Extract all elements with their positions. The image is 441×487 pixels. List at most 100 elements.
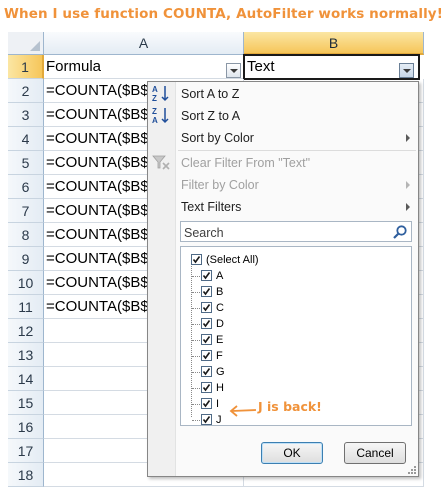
row-header-16[interactable]: 16 [8, 415, 44, 439]
sort-descending-icon: Z A [152, 107, 169, 125]
cell-b1-text: Text [247, 58, 275, 75]
row-header-7[interactable]: 7 [8, 199, 44, 223]
tree-connector [192, 324, 200, 325]
submenu-arrow-icon [406, 134, 410, 142]
checkbox-checked-icon[interactable] [201, 350, 212, 361]
row-header-10[interactable]: 10 [8, 271, 44, 295]
row-header-11[interactable]: 11 [8, 295, 44, 319]
filter-item-select-all[interactable]: (Select All) [191, 252, 371, 268]
checkbox-checked-icon[interactable] [201, 270, 212, 281]
filter-item-h[interactable]: H [201, 380, 381, 396]
row-header-14[interactable]: 14 [8, 367, 44, 391]
menu-clear-filter[interactable]: Clear Filter From "Text" [176, 152, 418, 174]
menu-filter-by-color-label: Filter by Color [181, 178, 259, 192]
tree-connector [192, 292, 200, 293]
tree-connector [192, 420, 200, 421]
menu-sort-z-to-a-label: Sort Z to A [181, 109, 241, 123]
filter-search-input[interactable] [181, 223, 384, 243]
checkbox-checked-icon[interactable] [201, 398, 212, 409]
row-header-15[interactable]: 15 [8, 391, 44, 415]
filter-dropdown-b[interactable] [399, 63, 414, 78]
filter-item-label: I [216, 398, 220, 410]
svg-text:Z: Z [152, 107, 157, 116]
row-header-6[interactable]: 6 [8, 175, 44, 199]
svg-text:A: A [152, 116, 158, 125]
filter-item-label: F [216, 350, 223, 362]
checkbox-checked-icon[interactable] [201, 286, 212, 297]
tree-connector [192, 308, 200, 309]
checkbox-checked-icon[interactable] [201, 366, 212, 377]
cell-a1[interactable]: Formula [44, 55, 244, 79]
tree-connector [192, 356, 200, 357]
filter-item-f[interactable]: F [201, 348, 381, 364]
filter-item-d[interactable]: D [201, 316, 381, 332]
svg-text:A: A [152, 85, 158, 94]
row-header-5[interactable]: 5 [8, 151, 44, 175]
row-header-13[interactable]: 13 [8, 343, 44, 367]
filter-item-label: (Select All) [206, 254, 259, 266]
resize-grip-icon[interactable] [407, 465, 416, 474]
menu-filter-by-color[interactable]: Filter by Color [176, 174, 418, 196]
cancel-button[interactable]: Cancel [344, 442, 406, 464]
column-header-a[interactable]: A [44, 32, 244, 55]
checkbox-checked-icon[interactable] [201, 318, 212, 329]
sort-ascending-icon: A Z [152, 85, 169, 103]
filter-item-label: J [216, 414, 222, 426]
row-header-4[interactable]: 4 [8, 127, 44, 151]
filter-item-label: A [216, 270, 224, 282]
filter-item-a[interactable]: A [201, 268, 381, 284]
row-header-1[interactable]: 1 [8, 55, 44, 79]
ok-button[interactable]: OK [261, 442, 323, 464]
filter-item-g[interactable]: G [201, 364, 381, 380]
corner-triangle-icon [30, 41, 40, 51]
menu-sort-by-color-label: Sort by Color [181, 131, 254, 145]
submenu-arrow-icon [406, 203, 410, 211]
filter-item-label: E [216, 334, 224, 346]
row-header-9[interactable]: 9 [8, 247, 44, 271]
column-header-b[interactable]: B [244, 32, 424, 55]
tree-connector [192, 404, 200, 405]
select-all-corner[interactable] [8, 32, 44, 55]
row-header-12[interactable]: 12 [8, 319, 44, 343]
tree-connector [192, 388, 200, 389]
checkbox-checked-icon[interactable] [201, 334, 212, 345]
filter-item-label: C [216, 302, 224, 314]
menu-sort-a-to-z-label: Sort A to Z [181, 87, 240, 101]
checkbox-checked-icon[interactable] [191, 254, 202, 265]
filter-item-c[interactable]: C [201, 300, 381, 316]
filter-item-label: G [216, 366, 225, 378]
filter-item-label: B [216, 286, 224, 298]
checkbox-checked-icon[interactable] [201, 382, 212, 393]
filter-item-label: H [216, 382, 224, 394]
filter-item-label: D [216, 318, 224, 330]
row-header-8[interactable]: 8 [8, 223, 44, 247]
filter-search-box[interactable] [180, 221, 412, 243]
tree-connector [192, 276, 200, 277]
menu-sort-a-to-z[interactable]: Sort A to Z [176, 83, 418, 105]
arrow-icon [229, 405, 257, 417]
filter-item-e[interactable]: E [201, 332, 381, 348]
checkbox-checked-icon[interactable] [201, 414, 212, 425]
annotation-label: J is back! [258, 399, 322, 414]
menu-sort-by-color[interactable]: Sort by Color [176, 127, 418, 149]
menu-text-filters[interactable]: Text Filters [176, 196, 418, 218]
row-header-17[interactable]: 17 [8, 439, 44, 463]
menu-text-filters-label: Text Filters [181, 200, 242, 214]
tree-connector [192, 340, 200, 341]
menu-separator [178, 150, 416, 151]
row-header-2[interactable]: 2 [8, 79, 44, 103]
search-icon[interactable] [392, 224, 408, 240]
checkbox-checked-icon[interactable] [201, 302, 212, 313]
svg-text:Z: Z [152, 94, 157, 103]
filter-dropdown-a[interactable] [226, 63, 241, 78]
banner-caption: When I use function COUNTA, AutoFilter w… [4, 6, 441, 22]
row-header-3[interactable]: 3 [8, 103, 44, 127]
clear-filter-icon [152, 155, 170, 170]
menu-icon-gutter [148, 82, 176, 476]
tree-connector [192, 372, 200, 373]
row-header-18[interactable]: 18 [8, 463, 44, 487]
menu-clear-filter-label: Clear Filter From "Text" [181, 156, 311, 170]
filter-item-b[interactable]: B [201, 284, 381, 300]
cell-b1[interactable]: Text [243, 54, 420, 80]
menu-sort-z-to-a[interactable]: Sort Z to A [176, 105, 418, 127]
